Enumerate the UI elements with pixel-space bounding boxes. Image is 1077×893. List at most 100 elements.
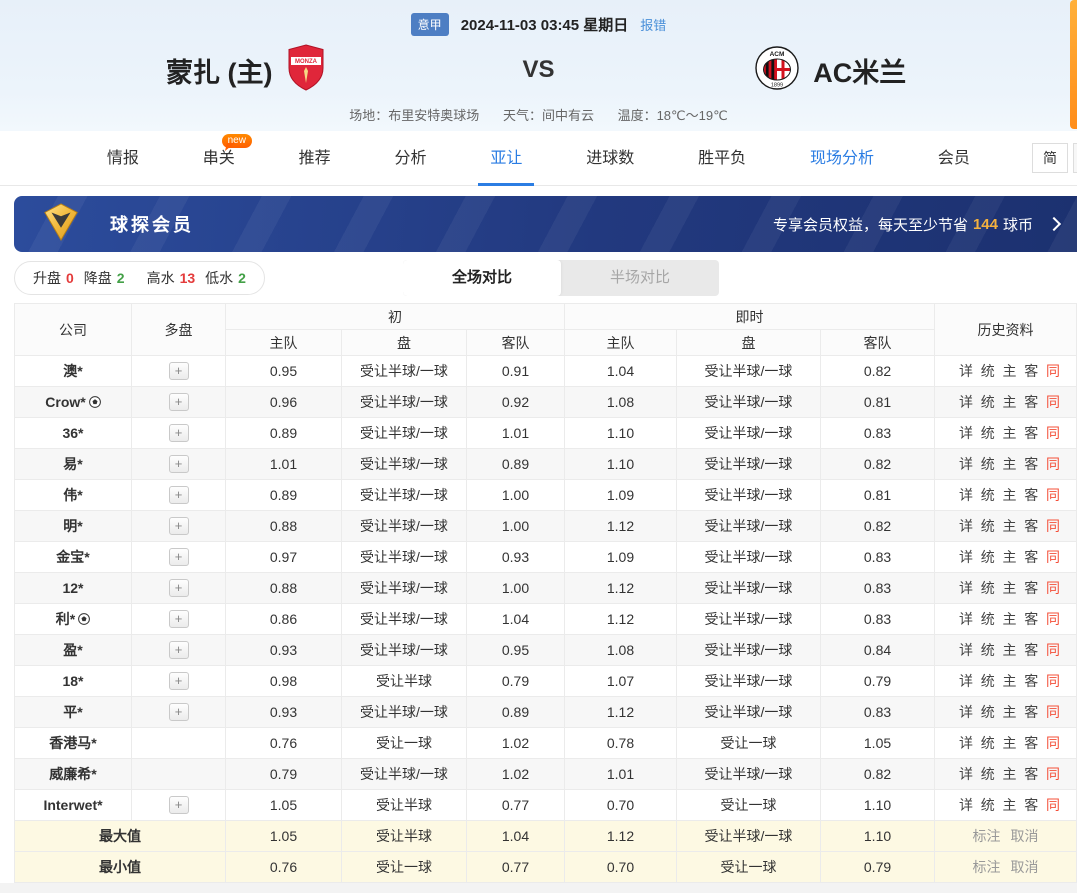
history-link-detail[interactable]: 详 [959, 609, 973, 629]
history-link-home[interactable]: 主 [1003, 640, 1017, 660]
history-link-stats[interactable]: 统 [981, 764, 995, 784]
history-link-stats[interactable]: 统 [981, 547, 995, 567]
multi-odds-button[interactable]: + [169, 424, 189, 442]
history-link-same[interactable]: 同 [1046, 702, 1060, 722]
history-link-same[interactable]: 同 [1046, 578, 1060, 598]
history-link-home[interactable]: 主 [1003, 516, 1017, 536]
tab-parlay[interactable]: new 串关 [191, 131, 247, 186]
history-link-home[interactable]: 主 [1003, 795, 1017, 815]
company-name[interactable]: 利* [56, 611, 75, 627]
company-name[interactable]: 易* [63, 456, 82, 472]
history-link-detail[interactable]: 详 [959, 733, 973, 753]
lang-traditional-button[interactable]: 繁 [1073, 143, 1077, 173]
history-link-away[interactable]: 客 [1024, 795, 1038, 815]
multi-odds-button[interactable]: + [169, 579, 189, 597]
history-link-same[interactable]: 同 [1046, 516, 1060, 536]
multi-odds-button[interactable]: + [169, 455, 189, 473]
multi-odds-button[interactable]: + [169, 486, 189, 504]
history-link-away[interactable]: 客 [1024, 733, 1038, 753]
history-link-home[interactable]: 主 [1003, 423, 1017, 443]
report-error-link[interactable]: 报错 [640, 15, 666, 34]
cancel-link[interactable]: 取消 [1011, 826, 1039, 846]
tab-live-analysis[interactable]: 现场分析 [798, 131, 886, 186]
history-link-same[interactable]: 同 [1046, 671, 1060, 691]
company-name[interactable]: 金宝* [56, 549, 89, 565]
tab-member[interactable]: 会员 [926, 131, 982, 186]
history-link-stats[interactable]: 统 [981, 702, 995, 722]
company-name[interactable]: 18* [62, 673, 83, 689]
away-team-name[interactable]: AC米兰 [813, 51, 906, 90]
history-link-stats[interactable]: 统 [981, 733, 995, 753]
company-name[interactable]: 伟* [63, 487, 82, 503]
multi-odds-button[interactable]: + [169, 672, 189, 690]
lang-simplified-button[interactable]: 简 [1032, 143, 1068, 173]
company-name[interactable]: 明* [63, 518, 82, 534]
tab-recommend[interactable]: 推荐 [287, 131, 343, 186]
history-link-home[interactable]: 主 [1003, 733, 1017, 753]
tab-fulltime-compare[interactable]: 全场对比 [403, 260, 561, 296]
history-link-detail[interactable]: 详 [959, 640, 973, 660]
history-link-detail[interactable]: 详 [959, 671, 973, 691]
multi-odds-button[interactable]: + [169, 610, 189, 628]
history-link-stats[interactable]: 统 [981, 578, 995, 598]
history-link-detail[interactable]: 详 [959, 485, 973, 505]
chevron-right-icon[interactable] [1047, 217, 1061, 231]
company-name[interactable]: 威廉希* [49, 766, 96, 782]
multi-odds-button[interactable]: + [169, 703, 189, 721]
history-link-away[interactable]: 客 [1024, 516, 1038, 536]
history-link-stats[interactable]: 统 [981, 485, 995, 505]
tab-halftime-compare[interactable]: 半场对比 [561, 260, 719, 296]
side-widget-strip[interactable] [1070, 0, 1077, 129]
home-team-name[interactable]: 蒙扎 (主) [166, 51, 272, 90]
company-name[interactable]: 香港马* [49, 735, 96, 751]
history-link-stats[interactable]: 统 [981, 609, 995, 629]
mark-link[interactable]: 标注 [973, 857, 1001, 877]
history-link-home[interactable]: 主 [1003, 454, 1017, 474]
history-link-away[interactable]: 客 [1024, 609, 1038, 629]
company-name[interactable]: Interwet* [43, 797, 102, 813]
history-link-home[interactable]: 主 [1003, 671, 1017, 691]
history-link-stats[interactable]: 统 [981, 671, 995, 691]
mark-link[interactable]: 标注 [973, 826, 1001, 846]
member-banner[interactable]: 球探会员 专享会员权益，每天至少节省 144 球币 [14, 196, 1077, 252]
history-link-home[interactable]: 主 [1003, 547, 1017, 567]
history-link-away[interactable]: 客 [1024, 578, 1038, 598]
company-name[interactable]: Crow* [45, 394, 85, 410]
history-link-stats[interactable]: 统 [981, 392, 995, 412]
history-link-home[interactable]: 主 [1003, 702, 1017, 722]
company-name[interactable]: 36* [62, 425, 83, 441]
cancel-link[interactable]: 取消 [1011, 857, 1039, 877]
multi-odds-button[interactable]: + [169, 393, 189, 411]
history-link-away[interactable]: 客 [1024, 702, 1038, 722]
history-link-same[interactable]: 同 [1046, 795, 1060, 815]
league-badge[interactable]: 意甲 [411, 13, 449, 36]
history-link-away[interactable]: 客 [1024, 361, 1038, 381]
history-link-stats[interactable]: 统 [981, 795, 995, 815]
tab-asian-handicap[interactable]: 亚让 [478, 131, 534, 186]
history-link-detail[interactable]: 详 [959, 547, 973, 567]
history-link-same[interactable]: 同 [1046, 361, 1060, 381]
company-name[interactable]: 澳* [63, 363, 82, 379]
history-link-same[interactable]: 同 [1046, 764, 1060, 784]
history-link-away[interactable]: 客 [1024, 454, 1038, 474]
history-link-stats[interactable]: 统 [981, 516, 995, 536]
multi-odds-button[interactable]: + [169, 641, 189, 659]
multi-odds-button[interactable]: + [169, 517, 189, 535]
history-link-stats[interactable]: 统 [981, 423, 995, 443]
history-link-away[interactable]: 客 [1024, 671, 1038, 691]
tab-analysis[interactable]: 分析 [383, 131, 439, 186]
history-link-home[interactable]: 主 [1003, 609, 1017, 629]
history-link-home[interactable]: 主 [1003, 578, 1017, 598]
history-link-home[interactable]: 主 [1003, 361, 1017, 381]
company-name[interactable]: 平* [63, 704, 82, 720]
multi-odds-button[interactable]: + [169, 548, 189, 566]
history-link-same[interactable]: 同 [1046, 609, 1060, 629]
history-link-home[interactable]: 主 [1003, 485, 1017, 505]
history-link-same[interactable]: 同 [1046, 547, 1060, 567]
history-link-away[interactable]: 客 [1024, 485, 1038, 505]
history-link-detail[interactable]: 详 [959, 702, 973, 722]
history-link-stats[interactable]: 统 [981, 361, 995, 381]
tab-intel[interactable]: 情报 [95, 131, 151, 186]
history-link-home[interactable]: 主 [1003, 392, 1017, 412]
company-name[interactable]: 12* [62, 580, 83, 596]
